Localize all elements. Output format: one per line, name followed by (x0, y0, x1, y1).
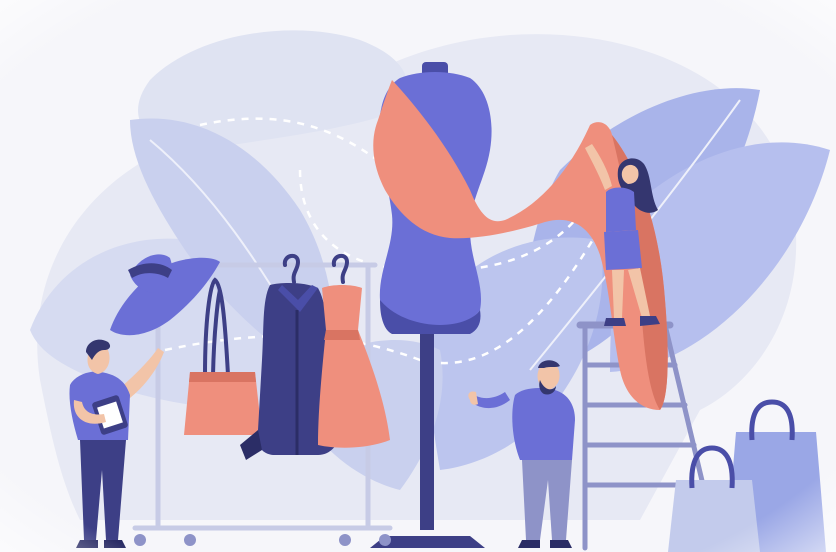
edge-fade (0, 0, 836, 552)
fashion-studio-illustration (0, 0, 836, 552)
